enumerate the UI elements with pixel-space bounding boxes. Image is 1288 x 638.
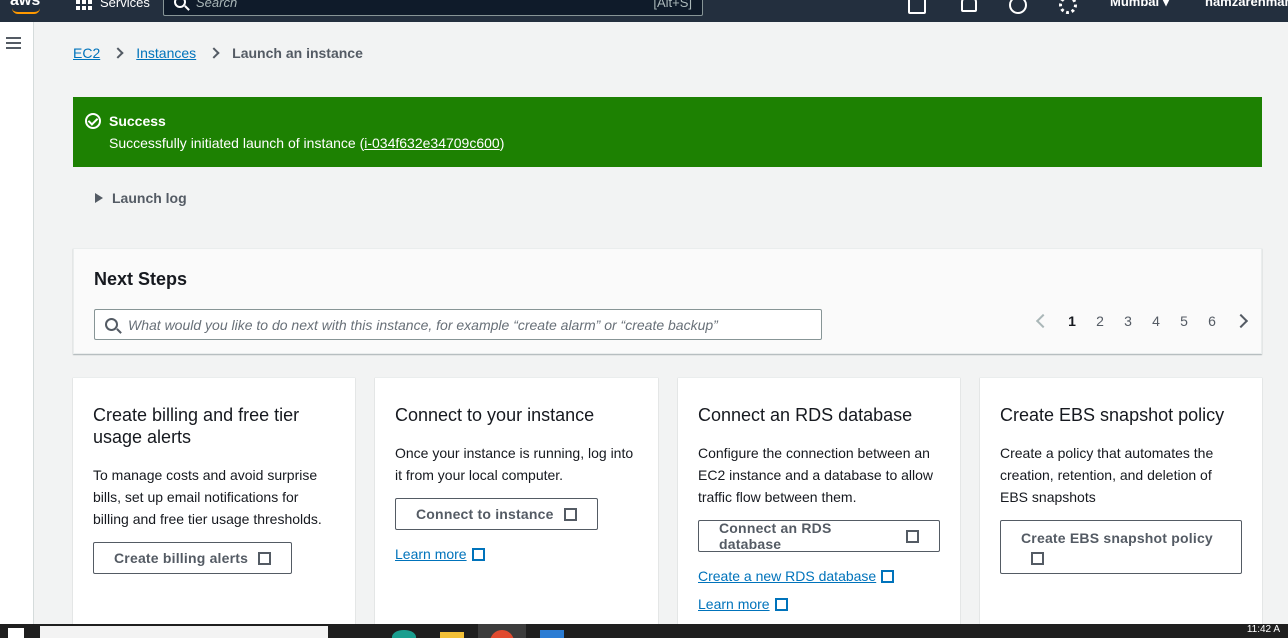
services-menu-button[interactable]: Services xyxy=(76,0,150,10)
taskbar-clock: 11:42 A xyxy=(1246,624,1280,635)
card-title: Connect an RDS database xyxy=(698,405,913,425)
card-ebs-snapshot: Create EBS snapshot policy Create a poli… xyxy=(980,377,1262,627)
connect-rds-database-button[interactable]: Connect an RDS database xyxy=(698,520,940,552)
external-link-icon xyxy=(881,568,896,583)
account-menu[interactable]: namzarenmans xyxy=(1205,0,1288,9)
global-search-input[interactable]: Search [Alt+S] xyxy=(163,0,703,16)
external-link-icon xyxy=(774,596,789,611)
page-4-button[interactable]: 4 xyxy=(1142,313,1170,329)
chevron-left-icon[interactable] xyxy=(1035,313,1051,329)
create-ebs-snapshot-policy-button[interactable]: Create EBS snapshot policy xyxy=(1000,520,1242,574)
card-connect-rds: Connect an RDS database Configure the co… xyxy=(678,377,960,627)
pagination: 1 2 3 4 5 6 xyxy=(1034,313,1250,329)
chevron-right-icon[interactable] xyxy=(1233,313,1249,329)
button-label: Create billing alerts xyxy=(114,550,249,566)
file-explorer-icon[interactable] xyxy=(440,632,464,638)
card-description: Configure the connection between an EC2 … xyxy=(698,445,934,505)
breadcrumb-current: Launch an instance xyxy=(232,45,363,61)
external-link-icon xyxy=(906,528,920,543)
create-rds-database-link[interactable]: Create a new RDS database xyxy=(698,568,896,584)
learn-more-link[interactable]: Learn more xyxy=(698,596,789,612)
page-1-button[interactable]: 1 xyxy=(1058,313,1086,329)
flash-message-suffix: ) xyxy=(499,135,505,151)
external-link-icon xyxy=(1031,550,1045,565)
flash-message: Successfully initiated launch of instanc… xyxy=(109,131,1262,155)
aws-logo-smile-icon xyxy=(12,8,40,14)
instance-id-link[interactable]: i-034f632e34709c600 xyxy=(364,135,499,151)
external-link-icon xyxy=(471,546,486,561)
page-5-button[interactable]: 5 xyxy=(1170,313,1198,329)
breadcrumb: EC2 Instances Launch an instance xyxy=(73,45,363,61)
grid-icon xyxy=(76,0,92,10)
card-connect-instance: Connect to your instance Once your insta… xyxy=(375,377,658,627)
flash-title: Success xyxy=(109,113,166,129)
os-taskbar: 11:42 A xyxy=(0,624,1288,638)
next-steps-search-input[interactable]: What would you like to do next with this… xyxy=(94,309,822,340)
link-label: Learn more xyxy=(698,596,770,612)
search-icon xyxy=(174,0,186,8)
edge-browser-icon[interactable] xyxy=(392,630,416,638)
menu-hamburger-icon[interactable] xyxy=(6,37,21,49)
chrome-browser-icon[interactable] xyxy=(478,624,526,638)
launch-log-label: Launch log xyxy=(112,190,187,206)
search-shortcut: [Alt+S] xyxy=(653,0,692,10)
card-description: To manage costs and avoid surprise bills… xyxy=(93,467,322,527)
card-description: Create a policy that automates the creat… xyxy=(1000,445,1214,505)
create-billing-alerts-button[interactable]: Create billing alerts xyxy=(93,542,293,574)
side-navigation-rail xyxy=(0,22,34,624)
region-selector[interactable]: Mumbai ▾ xyxy=(1110,0,1169,10)
external-link-icon xyxy=(563,506,578,521)
card-title: Connect to your instance xyxy=(395,405,595,425)
breadcrumb-instances[interactable]: Instances xyxy=(136,45,196,61)
notifications-bell-icon[interactable] xyxy=(958,0,977,14)
external-link-icon xyxy=(258,550,273,565)
launch-log-expander[interactable]: Launch log xyxy=(95,190,187,206)
page-3-button[interactable]: 3 xyxy=(1114,313,1142,329)
button-label: Create EBS snapshot policy xyxy=(1021,529,1213,546)
chevron-right-icon xyxy=(112,47,124,59)
chevron-right-icon xyxy=(208,47,220,59)
learn-more-link[interactable]: Learn more xyxy=(395,546,486,562)
page-2-button[interactable]: 2 xyxy=(1086,313,1114,329)
next-steps-search-placeholder: What would you like to do next with this… xyxy=(128,316,718,333)
caret-right-icon xyxy=(95,193,103,203)
card-title: Create EBS snapshot policy xyxy=(1000,405,1225,425)
button-label: Connect an RDS database xyxy=(719,520,832,552)
card-billing-alerts: Create billing and free tier usage alert… xyxy=(73,377,355,627)
success-flash-banner: Success Successfully initiated launch of… xyxy=(73,97,1262,167)
top-navigation: aws Services Search [Alt+S] Mumbai ▾ nam… xyxy=(0,0,1288,22)
connect-to-instance-button[interactable]: Connect to instance xyxy=(395,498,598,530)
taskbar-search-box[interactable] xyxy=(40,626,328,638)
link-label: Learn more xyxy=(395,546,467,562)
help-icon[interactable] xyxy=(1009,0,1027,14)
breadcrumb-ec2[interactable]: EC2 xyxy=(73,45,100,61)
card-description: Once your instance is running, log into … xyxy=(395,445,634,483)
check-circle-icon xyxy=(85,113,101,129)
app-icon[interactable] xyxy=(540,630,564,638)
windows-start-icon[interactable] xyxy=(8,628,24,638)
card-title: Create billing and free tier usage alert… xyxy=(93,405,300,447)
services-label: Services xyxy=(100,0,150,10)
cloudshell-icon[interactable] xyxy=(908,0,926,14)
global-search-placeholder: Search xyxy=(196,0,238,10)
flash-message-prefix: Successfully initiated launch of instanc… xyxy=(109,135,365,151)
button-label: Connect to instance xyxy=(416,506,554,522)
search-icon xyxy=(105,318,118,331)
link-label: Create a new RDS database xyxy=(698,568,877,584)
next-steps-title: Next Steps xyxy=(94,269,188,289)
page-6-button[interactable]: 6 xyxy=(1198,313,1226,329)
next-steps-panel: Next Steps What would you like to do nex… xyxy=(73,248,1262,354)
settings-gear-icon[interactable] xyxy=(1059,0,1077,14)
